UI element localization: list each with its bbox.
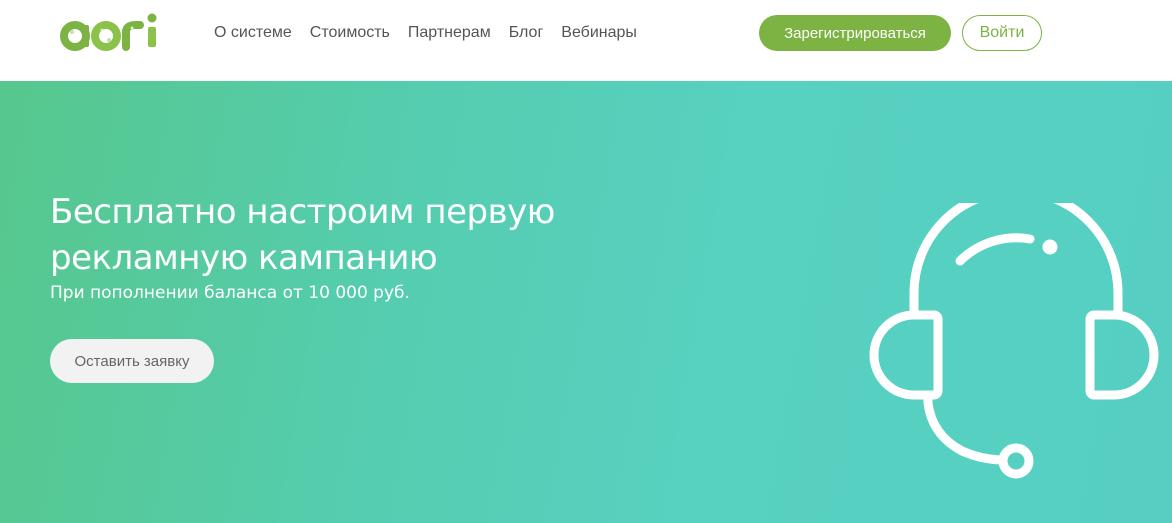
hero-subtitle: При пополнении баланса от 10 000 руб. <box>50 283 410 303</box>
nav-item-webinars[interactable]: Вебинары <box>561 22 637 44</box>
nav-item-partners[interactable]: Партнерам <box>408 22 491 44</box>
hero-title: Бесплатно настроим первую рекламную камп… <box>50 189 610 281</box>
site-header: aori О системе Стоимость Партнерам Блог … <box>0 0 1172 81</box>
login-button[interactable]: Войти <box>962 15 1042 51</box>
request-button[interactable]: Оставить заявку <box>50 339 214 383</box>
nav-item-about[interactable]: О системе <box>214 22 292 44</box>
nav-item-pricing[interactable]: Стоимость <box>310 22 390 44</box>
headset-icon <box>869 203 1159 479</box>
main-nav: О системе Стоимость Партнерам Блог Вебин… <box>214 22 655 44</box>
hero-title-line-1: Бесплатно настроим первую <box>50 192 555 232</box>
nav-item-blog[interactable]: Блог <box>509 22 544 44</box>
logo-icon[interactable]: aori <box>60 12 178 52</box>
hero-title-line-2: рекламную кампанию <box>50 238 438 278</box>
register-button[interactable]: Зарегистрироваться <box>759 15 951 51</box>
hero-banner: Бесплатно настроим первую рекламную камп… <box>0 81 1172 523</box>
